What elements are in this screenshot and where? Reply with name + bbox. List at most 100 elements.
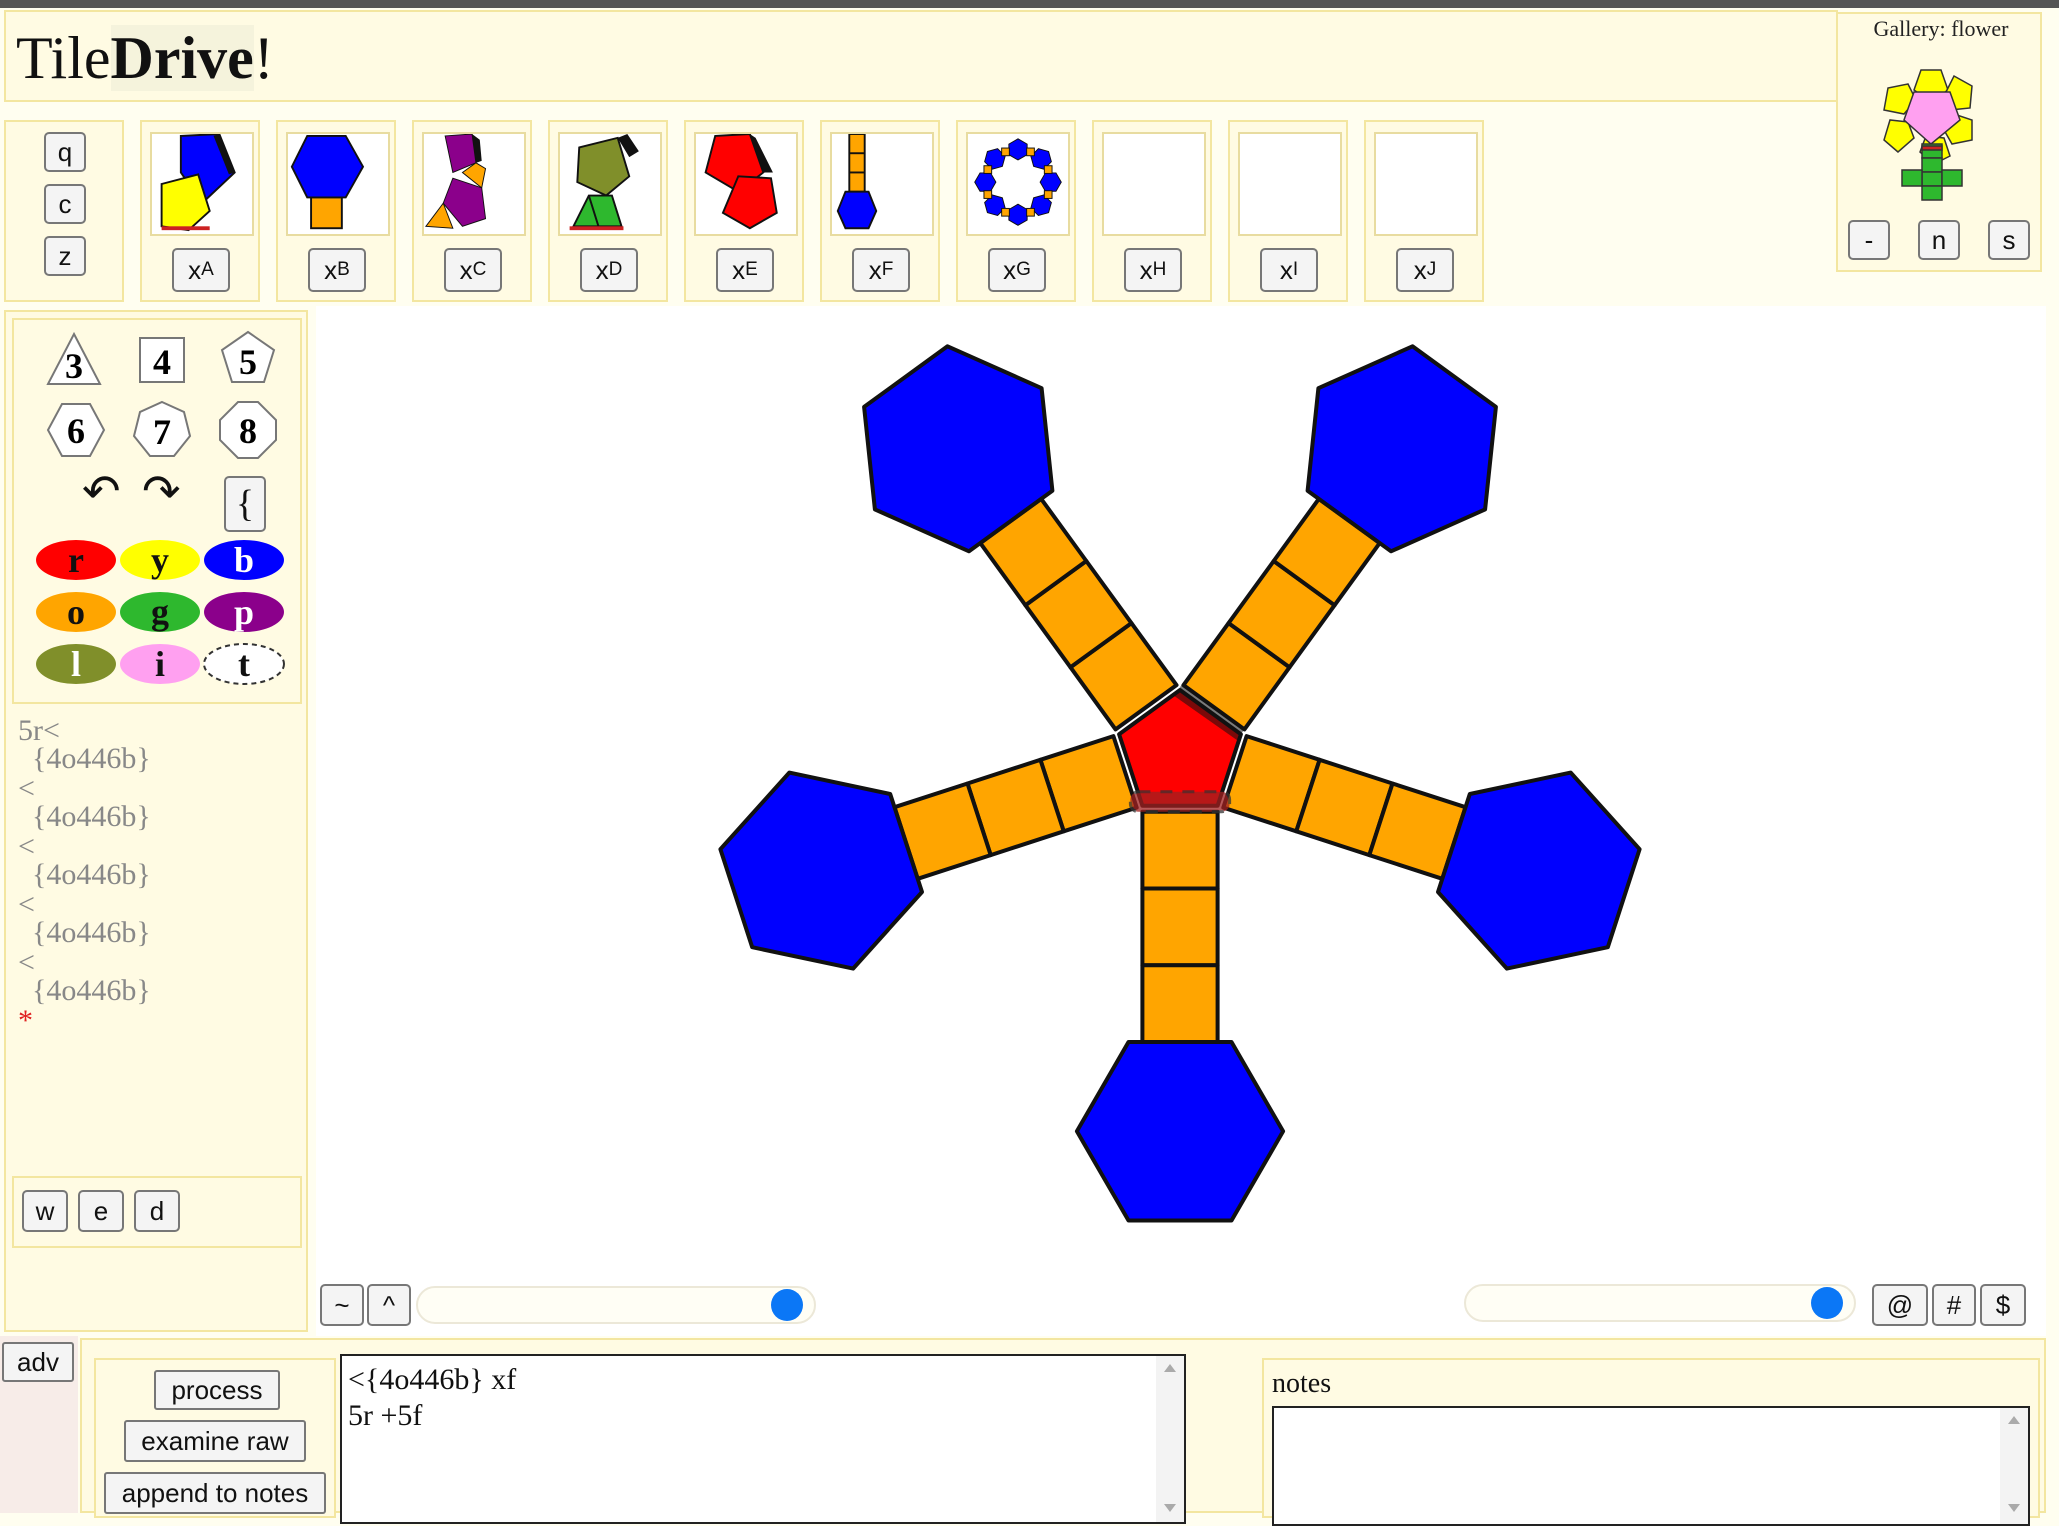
slot-a-button[interactable]: xA <box>172 248 230 292</box>
square-label: 4 <box>153 342 171 382</box>
clear-button[interactable]: c <box>44 184 86 224</box>
slot-a-thumbnail[interactable] <box>150 132 254 236</box>
slot-subscript: H <box>1152 259 1167 280</box>
color-t-button[interactable]: t <box>201 641 287 687</box>
dollar-button[interactable]: $ <box>1980 1284 2026 1326</box>
color-r-button[interactable]: r <box>33 537 119 583</box>
square-button[interactable]: 4 <box>136 334 188 386</box>
left-zoom-slider[interactable] <box>416 1286 816 1324</box>
color-i-button[interactable]: i <box>117 641 203 687</box>
arm-hexagon-tile[interactable] <box>718 770 924 971</box>
slot-j-thumbnail[interactable] <box>1374 132 1478 236</box>
slot-subscript: J <box>1426 259 1437 280</box>
arm-hexagon-tile[interactable] <box>1074 1040 1286 1223</box>
process-button[interactable]: process <box>154 1370 280 1410</box>
slot-i-thumbnail[interactable] <box>1238 132 1342 236</box>
pentagon-button[interactable]: 5 <box>218 328 278 388</box>
slot-c-button[interactable]: xC <box>444 248 502 292</box>
history-toolbar: q c z <box>4 120 124 302</box>
gallery-prev-button[interactable]: - <box>1848 220 1890 260</box>
color-b-button[interactable]: b <box>201 537 287 583</box>
examine-raw-button[interactable]: examine raw <box>124 1420 306 1462</box>
code-line: {4o446b} <box>32 800 151 833</box>
arm-square-tile[interactable] <box>1140 886 1220 968</box>
color-g-button[interactable]: g <box>117 589 203 635</box>
advanced-button[interactable]: adv <box>2 1342 74 1382</box>
slot-g-button[interactable]: xG <box>988 248 1046 292</box>
slot-e: xE <box>684 120 804 302</box>
tilde-button[interactable]: ~ <box>320 1284 364 1326</box>
write-button[interactable]: w <box>22 1190 68 1232</box>
color-t-label: t <box>238 644 250 684</box>
notes-scroll-up-icon[interactable] <box>2008 1416 2020 1424</box>
append-to-notes-button[interactable]: append to notes <box>104 1472 326 1514</box>
hexagon-label: 6 <box>67 411 85 451</box>
caret-button[interactable]: ^ <box>367 1284 411 1326</box>
color-i-label: i <box>155 644 165 684</box>
arm-square-tile[interactable] <box>1140 809 1220 891</box>
slot-c-thumbnail[interactable] <box>422 132 526 236</box>
slot-subscript: G <box>1016 259 1031 280</box>
left-slider-knob[interactable] <box>770 1289 803 1321</box>
edit-button[interactable]: e <box>78 1190 124 1232</box>
drawing-canvas[interactable] <box>316 306 2046 1336</box>
slot-h-button[interactable]: xH <box>1124 248 1182 292</box>
code-line: {4o446b} <box>32 742 151 775</box>
undo-button[interactable]: z <box>44 236 86 276</box>
scroll-down-icon[interactable] <box>1164 1504 1176 1512</box>
arm-square-tile[interactable] <box>1140 963 1220 1044</box>
octagon-button[interactable]: 8 <box>216 398 280 462</box>
code-editor-scrollbar[interactable] <box>1156 1356 1184 1522</box>
scroll-up-icon[interactable] <box>1164 1364 1176 1372</box>
edit-toolbar: w e d <box>12 1176 302 1248</box>
notes-scroll-down-icon[interactable] <box>2008 1504 2020 1512</box>
slot-d-button[interactable]: xD <box>580 248 638 292</box>
slot-i-button[interactable]: xI <box>1260 248 1318 292</box>
bottom-panel: process examine raw append to notes <{4o… <box>80 1338 2046 1526</box>
slot-label: x <box>188 254 202 285</box>
slot-e-thumbnail[interactable] <box>694 132 798 236</box>
right-zoom-slider[interactable] <box>1464 1284 1856 1322</box>
gallery-next-button[interactable]: n <box>1918 220 1960 260</box>
right-slider-knob[interactable] <box>1810 1287 1843 1319</box>
code-editor[interactable]: <{4o446b} xf 5r +5f <box>340 1354 1186 1524</box>
tiling-canvas[interactable] <box>316 306 2046 1336</box>
slot-b-thumbnail[interactable] <box>286 132 390 236</box>
slot-b-button[interactable]: xB <box>308 248 366 292</box>
app-title-plain: Tile <box>16 25 111 91</box>
delete-button[interactable]: d <box>134 1190 180 1232</box>
rotate-right-icon[interactable]: ↷ <box>142 466 181 516</box>
slot-j-button[interactable]: xJ <box>1396 248 1454 292</box>
quit-button[interactable]: q <box>44 132 86 172</box>
selected-edge-highlight[interactable] <box>1128 790 1232 814</box>
hexagon-button[interactable]: 6 <box>44 400 108 460</box>
slot-e-button[interactable]: xE <box>716 248 774 292</box>
color-o-label: o <box>67 592 85 632</box>
arm-hexagon-tile[interactable] <box>1436 770 1642 971</box>
color-o-button[interactable]: o <box>33 589 119 635</box>
gallery-flower-preview[interactable] <box>1858 40 2024 220</box>
code-editor-text[interactable]: <{4o446b} xf 5r +5f <box>348 1362 516 1434</box>
gallery-select-button[interactable]: s <box>1988 220 2030 260</box>
color-p-button[interactable]: p <box>201 589 287 635</box>
group-open-button[interactable]: { <box>224 476 266 532</box>
slot-f-thumbnail[interactable] <box>830 132 934 236</box>
slot-label: x <box>459 254 473 285</box>
rotate-left-icon[interactable]: ↶ <box>82 466 121 516</box>
color-y-button[interactable]: y <box>117 537 203 583</box>
color-y-label: y <box>151 540 169 580</box>
heptagon-button[interactable]: 7 <box>130 398 194 462</box>
hash-button[interactable]: # <box>1932 1284 1976 1326</box>
notes-textarea[interactable] <box>1272 1406 2030 1526</box>
slot-c: xC <box>412 120 532 302</box>
slot-d-thumbnail[interactable] <box>558 132 662 236</box>
code-cursor-marker: * <box>18 1004 33 1037</box>
slot-h-thumbnail[interactable] <box>1102 132 1206 236</box>
slot-f-button[interactable]: xF <box>852 248 910 292</box>
color-l-button[interactable]: l <box>33 641 119 687</box>
slot-g-thumbnail[interactable] <box>966 132 1070 236</box>
slot-label: x <box>1413 254 1427 285</box>
triangle-button[interactable]: 3 <box>44 330 104 390</box>
notes-scrollbar[interactable] <box>2000 1408 2028 1524</box>
at-button[interactable]: @ <box>1872 1284 1928 1326</box>
